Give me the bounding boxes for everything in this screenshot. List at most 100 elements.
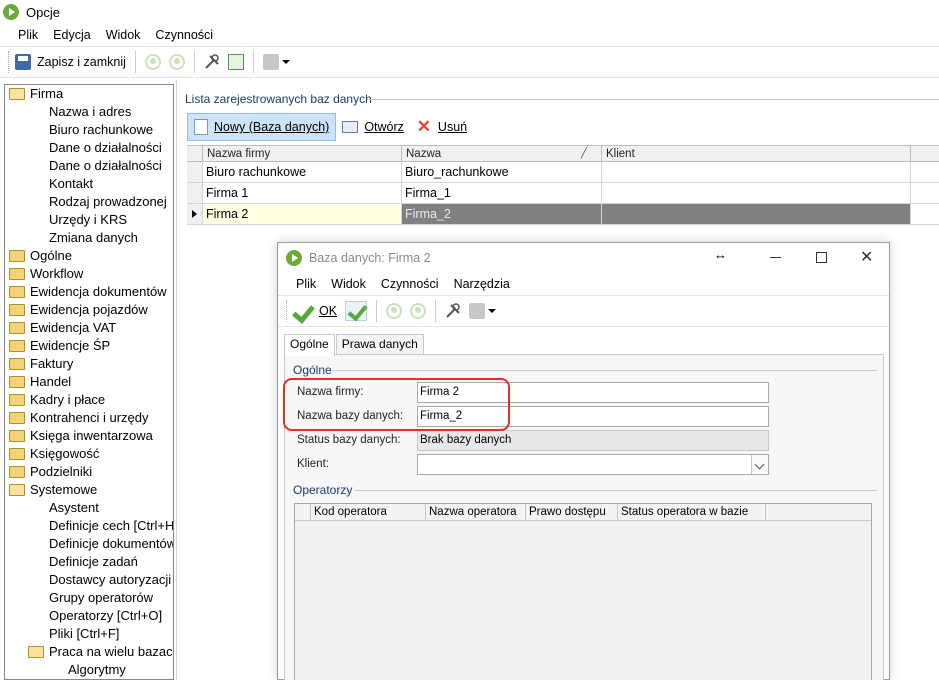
menu-czynnosci[interactable]: Czynności (155, 28, 213, 42)
column-header-operator-code[interactable]: Kod operatora (311, 504, 426, 520)
table-row[interactable]: Firma 1 Firma_1 (187, 183, 939, 204)
menu-plik[interactable]: Plik (18, 28, 38, 42)
tree-item[interactable]: Urzędy i KRS (5, 211, 173, 229)
folder-icon (9, 466, 25, 478)
table-row[interactable]: Biuro rachunkowe Biuro_rachunkowe (187, 162, 939, 183)
row-header-corner (295, 504, 311, 520)
tree-item[interactable]: Dane o działalności (5, 157, 173, 175)
column-header-client[interactable]: Klient (602, 146, 911, 161)
minimize-button[interactable] (770, 257, 781, 258)
tree-item-label: Nazwa i adres (49, 104, 132, 119)
tree-item-label: Dostawcy autoryzacji (49, 572, 172, 587)
new-database-button[interactable]: Nowy (Baza danych) (187, 113, 337, 141)
tree-item[interactable]: Ewidencja VAT (5, 319, 173, 337)
tree-item[interactable]: Handel (5, 373, 173, 391)
dialog-titlebar[interactable]: Baza danych: Firma 2 ↔ ✕ (278, 243, 889, 273)
forward-button[interactable] (165, 50, 189, 74)
column-header-name[interactable]: Nazwa ╱ (402, 146, 602, 161)
tree-item[interactable]: Systemowe (5, 481, 173, 499)
tree-item[interactable]: Kadry i płace (5, 391, 173, 409)
tree-item[interactable]: Workflow (5, 265, 173, 283)
cell-company-name[interactable]: Firma 2 (203, 204, 402, 224)
tree-item[interactable]: Ewidencja dokumentów (5, 283, 173, 301)
dialog-menu-narzedzia[interactable]: Narzędzia (454, 277, 510, 291)
back-button[interactable] (141, 50, 165, 74)
dialog-menu-plik[interactable]: Plik (296, 277, 316, 291)
cell-name[interactable]: Firma_2 (402, 204, 602, 224)
column-header-operator-name[interactable]: Nazwa operatora (426, 504, 526, 520)
back-button[interactable] (382, 299, 406, 323)
dialog-menu-widok[interactable]: Widok (331, 277, 366, 291)
tree-item[interactable]: Ogólne (5, 247, 173, 265)
client-select[interactable] (417, 454, 769, 475)
open-button[interactable]: Otwórz (336, 113, 410, 141)
panel-splitter[interactable] (176, 80, 177, 680)
tree-item[interactable]: Pliki [Ctrl+F] (5, 625, 173, 643)
cell-name[interactable]: Biuro_rachunkowe (402, 162, 602, 182)
tree-item[interactable]: Asystent (5, 499, 173, 517)
tree-item-label: Kadry i płace (30, 392, 106, 407)
cell-name[interactable]: Firma_1 (402, 183, 602, 203)
tree-item[interactable]: Operatorzy [Ctrl+O] (5, 607, 173, 625)
tree-item[interactable]: Ewidencja pojazdów (5, 301, 173, 319)
save-checkmark-button[interactable] (341, 299, 371, 323)
tree-item[interactable]: Algorytmy (5, 661, 173, 679)
tree-item[interactable]: Rodzaj prowadzonej (5, 193, 173, 211)
tree-item[interactable]: Definicje cech [Ctrl+H (5, 517, 173, 535)
cell-client[interactable] (602, 204, 911, 224)
operators-table[interactable]: Kod operatora Nazwa operatora Prawo dost… (294, 503, 872, 680)
tree-item[interactable]: Biuro rachunkowe (5, 121, 173, 139)
tab-general[interactable]: Ogólne (284, 334, 335, 356)
tab-data-rights[interactable]: Prawa danych (335, 334, 424, 355)
maximize-button[interactable] (816, 252, 827, 263)
tools-button[interactable] (441, 299, 465, 323)
tree-item[interactable]: Firma (5, 85, 173, 103)
save-and-close-button[interactable]: Zapisz i zamknij (11, 50, 130, 74)
tree-item[interactable]: Nazwa i adres (5, 103, 173, 121)
column-header-access-right[interactable]: Prawo dostępu (526, 504, 618, 520)
table-row-selected[interactable]: Firma 2 Firma_2 (187, 204, 939, 225)
tools-button[interactable] (200, 50, 224, 74)
column-header-name-label: Nazwa (406, 148, 442, 160)
tree-item[interactable]: Kontakt (5, 175, 173, 193)
tree-item-label: Urzędy i KRS (49, 212, 128, 227)
tree-item-label: Ewidencja VAT (30, 320, 117, 335)
row-header[interactable] (187, 183, 203, 203)
tree-item[interactable]: Praca na wielu bazach (5, 643, 173, 661)
delete-icon: ✕ (416, 117, 432, 136)
tree-item[interactable]: Definicje zadań (5, 553, 173, 571)
tree-item[interactable]: Dostawcy autoryzacji (5, 571, 173, 589)
tree-item[interactable]: Księga inwentarzowa (5, 427, 173, 445)
options-tree[interactable]: Firma Nazwa i adres Biuro rachunkowe Dane o… (4, 84, 174, 680)
menu-widok[interactable]: Widok (106, 28, 141, 42)
tree-item[interactable]: Dane o działalności (5, 139, 173, 157)
folder-icon (9, 322, 25, 334)
print-button[interactable] (259, 50, 294, 74)
tree-item[interactable]: Księgowość (5, 445, 173, 463)
close-button[interactable]: ✕ (860, 247, 873, 267)
row-header[interactable] (187, 204, 203, 224)
delete-button[interactable]: ✕ Usuń (410, 113, 473, 141)
cell-company-name[interactable]: Firma 1 (203, 183, 402, 203)
save-and-close-label: Zapisz i zamknij (37, 55, 126, 69)
tree-item[interactable]: Zmiana danych (5, 229, 173, 247)
row-header[interactable] (187, 162, 203, 182)
cell-client[interactable] (602, 162, 911, 182)
forward-button[interactable] (406, 299, 430, 323)
tree-item[interactable]: Kontrahenci i urzędy (5, 409, 173, 427)
tree-item[interactable]: Grupy operatorów (5, 589, 173, 607)
tree-item[interactable]: Definicje dokumentów (5, 535, 173, 553)
tree-item[interactable]: Podzielniki (5, 463, 173, 481)
cell-company-name[interactable]: Biuro rachunkowe (203, 162, 402, 182)
cell-client[interactable] (602, 183, 911, 203)
dialog-menu-czynnosci[interactable]: Czynności (381, 277, 439, 291)
column-header-company-name[interactable]: Nazwa firmy (203, 146, 402, 161)
column-header-operator-status[interactable]: Status operatora w bazie (618, 504, 766, 520)
tree-item[interactable]: Ewidencje ŚP (5, 337, 173, 355)
menu-edycja[interactable]: Edycja (53, 28, 91, 42)
refresh-button[interactable] (224, 50, 248, 74)
tree-item[interactable]: Faktury (5, 355, 173, 373)
chevron-down-icon[interactable] (751, 455, 768, 474)
ok-button[interactable]: OK (289, 299, 341, 323)
print-button[interactable] (465, 299, 500, 323)
